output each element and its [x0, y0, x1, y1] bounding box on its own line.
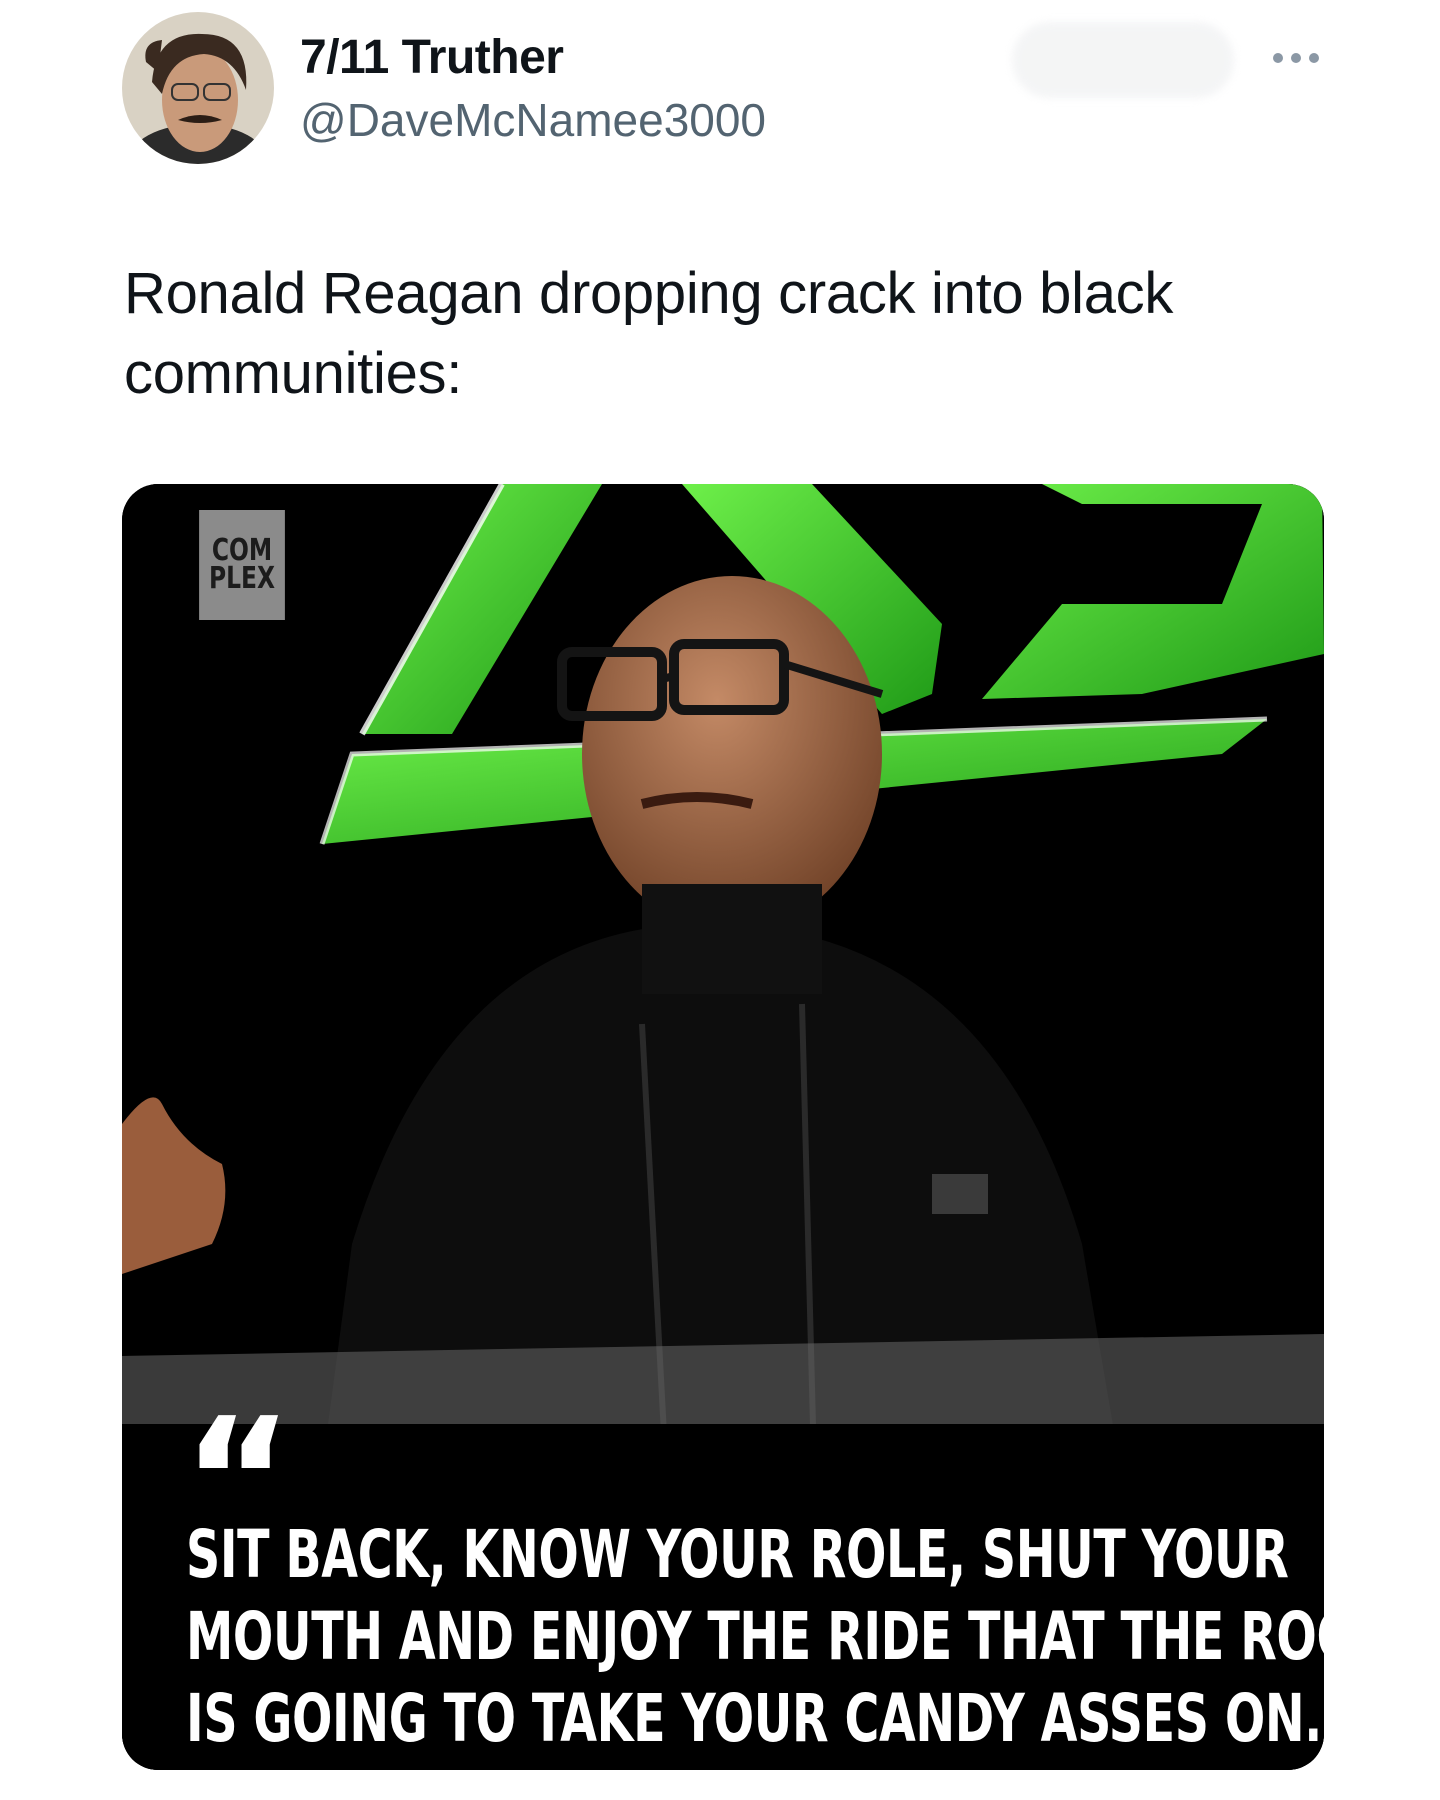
author-avatar[interactable]: [122, 12, 274, 164]
tweet-media-image[interactable]: COM PLEX “ SIT BACK, KNOW YOUR ROLE, SHU…: [122, 484, 1324, 1770]
quote-line: SIT BACK, KNOW YOUR ROLE, SHUT YOUR: [186, 1516, 1289, 1593]
avatar-photo: [122, 12, 274, 164]
tweet-text: Ronald Reagan dropping crack into black …: [124, 261, 1174, 406]
quote-line: MOUTH AND ENJOY THE RIDE THAT THE ROCK: [186, 1598, 1324, 1675]
more-options-button[interactable]: [1266, 38, 1326, 78]
quote-line: IS GOING TO TAKE YOUR CANDY ASSES ON.: [186, 1680, 1322, 1757]
author-handle[interactable]: @DaveMcNamee3000: [300, 93, 766, 147]
author-display-name[interactable]: 7/11 Truther: [300, 30, 564, 85]
more-horizontal-icon: [1273, 53, 1319, 63]
follow-button[interactable]: [1012, 22, 1234, 98]
quote-caption: SIT BACK, KNOW YOUR ROLE, SHUT YOUR MOUT…: [186, 1514, 1324, 1760]
logo-line-2: PLEX: [208, 561, 276, 596]
complex-logo: COM PLEX: [199, 510, 285, 620]
